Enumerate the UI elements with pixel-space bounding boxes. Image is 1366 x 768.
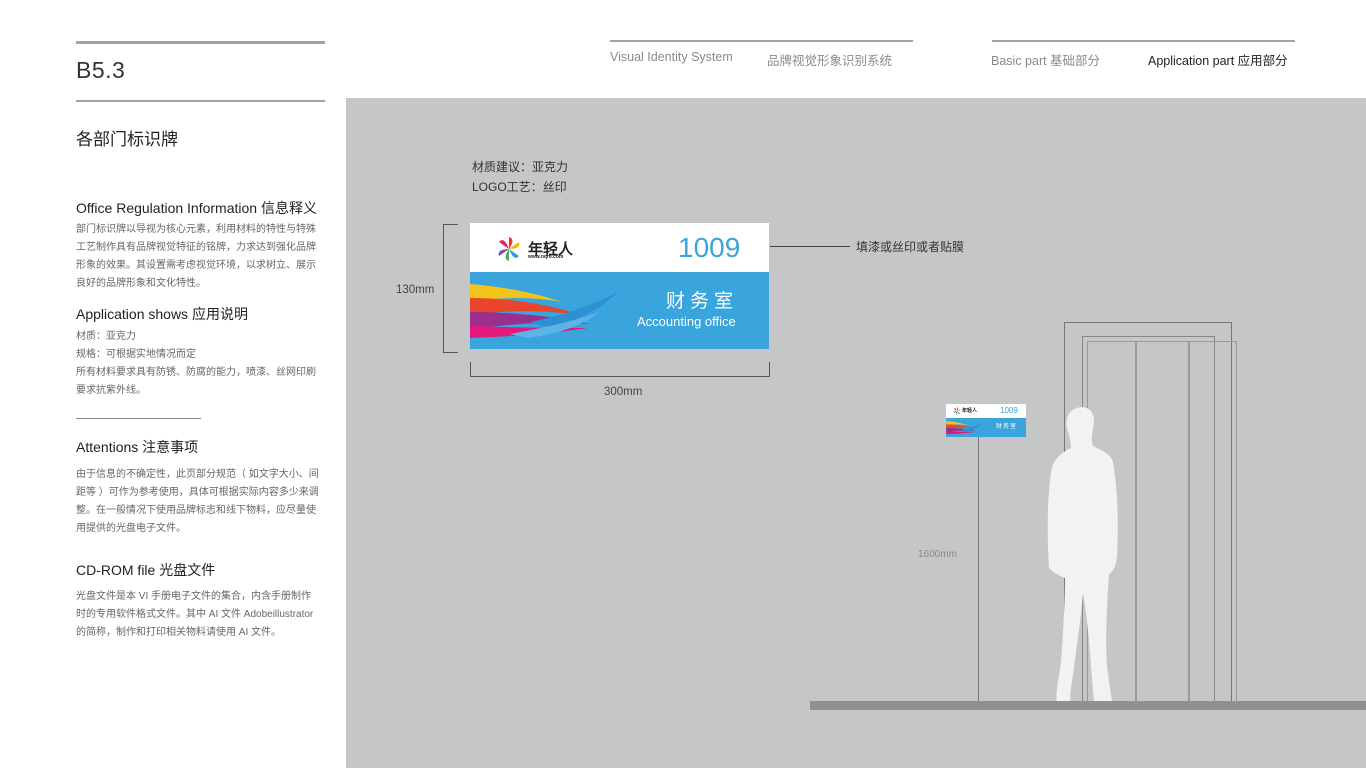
sign-blue-panel-small: 财务室 bbox=[946, 418, 1026, 437]
colorful-swoosh-graphic bbox=[946, 420, 983, 435]
section-title-info: Office Regulation Information 信息释义 bbox=[76, 200, 317, 216]
header-vis-cn: 品牌视觉形象识别系统 bbox=[767, 54, 893, 68]
section-line: 良好的品牌形象和文化特性。 bbox=[76, 278, 206, 289]
section-line: 部门标识牌以导视为核心元素，利用材料的特性与特殊 bbox=[76, 224, 316, 235]
logo-pinwheel-icon bbox=[498, 237, 520, 261]
department-name-en: Accounting office bbox=[637, 314, 736, 329]
section-line: 要求抗紫外线。 bbox=[76, 385, 146, 396]
header-application-part[interactable]: Application part 应用部分 bbox=[1148, 50, 1288, 69]
finish-leader-line bbox=[770, 246, 850, 247]
header-rule-middle bbox=[610, 40, 913, 42]
department-sign-small: 年轻人 1009 财务室 bbox=[946, 404, 1026, 437]
page-title: 各部门标识牌 bbox=[76, 130, 178, 149]
section-line: 工艺制作具有品牌视觉特征的铭牌，力求达到强化品牌 bbox=[76, 242, 316, 253]
department-name-cn-small: 财务室 bbox=[996, 424, 1018, 430]
colorful-swoosh-graphic bbox=[470, 284, 618, 338]
page-code-underline bbox=[76, 100, 325, 102]
room-number-small: 1009 bbox=[1000, 406, 1018, 415]
section-line: 形象的效果。其设置需考虑视觉环境，以求树立、展示 bbox=[76, 260, 316, 271]
header-basic-part[interactable]: Basic part 基础部分 bbox=[991, 50, 1100, 69]
mount-height-guide bbox=[978, 437, 979, 701]
section-line: 时的专用软件格式文件。其中 AI 文件 Adobeillustrator bbox=[76, 609, 314, 620]
department-sign-large: 年轻人 www.nqr6.com 1009 财务室 Accounting off… bbox=[470, 223, 769, 349]
width-dimension-label: 300mm bbox=[604, 386, 643, 398]
person-silhouette-icon bbox=[1047, 407, 1118, 708]
section-divider bbox=[76, 418, 201, 419]
section-title-attentions: Attentions 注意事项 bbox=[76, 439, 199, 455]
page-code: B5.3 bbox=[76, 57, 126, 83]
section-line: 由于信息的不确定性，此页部分规范（ 如文字大小、间 bbox=[76, 469, 319, 480]
section-body-attentions: 由于信息的不确定性，此页部分规范（ 如文字大小、间 距等 ）可作为参考使用，具体… bbox=[76, 466, 328, 538]
elevator-door-panel bbox=[1189, 341, 1237, 702]
section-line: 光盘文件是本 VI 手册电子文件的集合，内含手册制作 bbox=[76, 591, 312, 602]
section-body-cdrom: 光盘文件是本 VI 手册电子文件的集合，内含手册制作 时的专用软件格式文件。其中… bbox=[76, 588, 328, 642]
section-line: 材质：亚克力 bbox=[76, 331, 136, 342]
logo-wordmark-small: 年轻人 bbox=[962, 408, 978, 414]
section-line: 距等 ）可作为参考使用，具体可根据实际内容多少来调 bbox=[76, 487, 319, 498]
section-title-application: Application shows 应用说明 bbox=[76, 306, 248, 322]
section-line: 所有材料要求具有防锈、防腐的能力，喷漆、丝网印刷 bbox=[76, 367, 316, 378]
logo-process-note: LOGO工艺：丝印 bbox=[472, 180, 567, 194]
header-rule-right bbox=[992, 40, 1295, 42]
section-body-info: 部门标识牌以导视为核心元素，利用材料的特性与特殊 工艺制作具有品牌视觉特征的铭牌… bbox=[76, 221, 328, 293]
height-dimension-line bbox=[443, 224, 458, 353]
logo-pinwheel-icon bbox=[953, 407, 961, 415]
section-title-cdrom: CD-ROM file 光盘文件 bbox=[76, 562, 216, 578]
elevator-door-panel bbox=[1136, 341, 1189, 702]
mount-height-label: 1600mm bbox=[918, 549, 957, 560]
section-line: 用提供的光盘电子文件。 bbox=[76, 523, 186, 534]
header-rule-left bbox=[76, 41, 325, 44]
sign-blue-panel: 财务室 Accounting office bbox=[470, 272, 769, 349]
floor-line bbox=[810, 701, 1366, 710]
height-dimension-label: 130mm bbox=[396, 284, 435, 296]
logo-url: www.nqr6.com bbox=[528, 254, 564, 260]
material-note: 材质建议：亚克力 bbox=[472, 160, 569, 174]
section-line: 规格：可根据实地情况而定 bbox=[76, 349, 196, 360]
section-line: 的简称，制作和打印相关物料请使用 AI 文件。 bbox=[76, 627, 282, 638]
width-dimension-line bbox=[470, 362, 770, 377]
department-name-cn: 财务室 bbox=[666, 291, 739, 312]
section-body-application: 材质：亚克力 规格：可根据实地情况而定 所有材料要求具有防锈、防腐的能力，喷漆、… bbox=[76, 328, 328, 400]
finish-note: 填漆或丝印或者贴膜 bbox=[856, 240, 965, 254]
mockup-stage: 材质建议：亚克力 LOGO工艺：丝印 130mm 300mm 填漆或丝印或者贴膜… bbox=[346, 98, 1366, 768]
room-number: 1009 bbox=[678, 232, 741, 263]
header-vis-en: Visual Identity System bbox=[610, 50, 733, 64]
section-line: 整。在一般情况下使用品牌标志和线下物料，应尽量使 bbox=[76, 505, 316, 516]
